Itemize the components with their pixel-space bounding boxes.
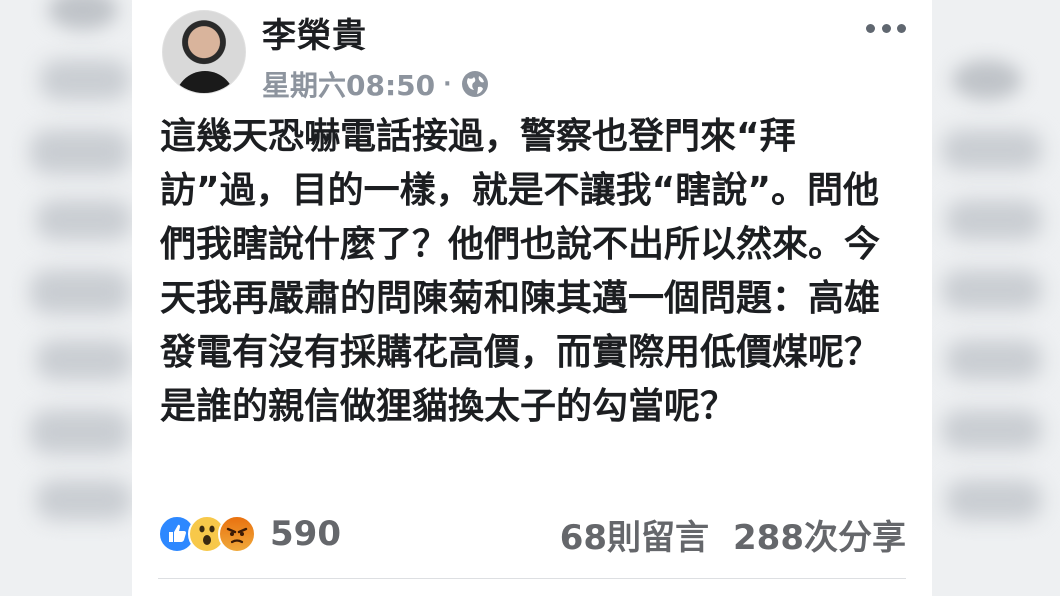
reaction-count: 590 — [270, 514, 341, 554]
blurred-background-right — [932, 0, 1060, 596]
author-name[interactable]: 李榮貴 — [262, 8, 367, 57]
post-stats: 68則留言 288次分享 — [560, 510, 906, 559]
post-footer: 590 68則留言 288次分享 — [158, 510, 906, 558]
globe-icon — [460, 69, 490, 99]
more-options-icon[interactable] — [866, 20, 906, 36]
angry-icon — [218, 515, 256, 553]
meta-separator: · — [443, 71, 452, 97]
shares-count-link[interactable]: 288次分享 — [733, 510, 906, 559]
post-meta: 星期六08:50 · — [262, 64, 490, 104]
avatar[interactable] — [162, 10, 246, 94]
comments-count-link[interactable]: 68則留言 — [560, 510, 709, 559]
footer-divider — [158, 578, 906, 579]
reactions-summary[interactable]: 590 — [158, 514, 341, 554]
blurred-background-left — [0, 0, 138, 596]
post-timestamp[interactable]: 星期六08:50 — [262, 64, 435, 104]
facebook-post-card: 李榮貴 星期六08:50 · 這幾天恐嚇電話接過，警察也登門來“拜訪”過，目的一… — [132, 0, 932, 596]
post-body-text: 這幾天恐嚇電話接過，警察也登門來“拜訪”過，目的一樣，就是不讓我“瞎說”。問他們… — [160, 116, 881, 427]
